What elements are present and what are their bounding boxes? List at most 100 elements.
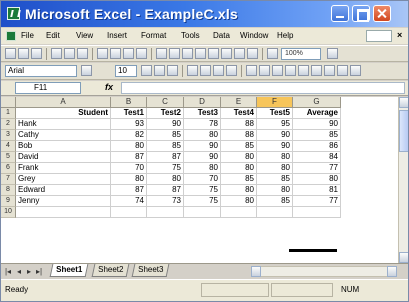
table-cell[interactable]: 85 <box>147 141 184 152</box>
first-sheet-icon[interactable]: |◂ <box>4 267 12 276</box>
table-cell[interactable]: 75 <box>184 185 221 196</box>
table-cell[interactable]: 77 <box>293 196 341 207</box>
table-cell[interactable]: 80 <box>257 163 293 174</box>
menu-edit[interactable]: Edit <box>46 31 60 40</box>
format-painter-icon[interactable] <box>136 48 147 59</box>
align-center-icon[interactable] <box>200 65 211 76</box>
prev-sheet-icon[interactable]: ◂ <box>15 267 23 276</box>
column-header-b[interactable]: B <box>111 97 147 108</box>
table-cell[interactable]: 85 <box>221 141 257 152</box>
table-cell[interactable]: 80 <box>221 196 257 207</box>
font-dropdown-icon[interactable] <box>81 65 92 76</box>
table-cell[interactable]: 80 <box>293 174 341 185</box>
table-cell[interactable]: 85 <box>221 174 257 185</box>
sheet-tab-2[interactable]: Sheet2 <box>91 264 130 277</box>
formula-input[interactable] <box>121 82 405 94</box>
paste-icon[interactable] <box>123 48 134 59</box>
italic-icon[interactable] <box>154 65 165 76</box>
table-cell[interactable]: 77 <box>293 163 341 174</box>
column-header-d[interactable]: D <box>184 97 221 108</box>
table-cell[interactable]: 73 <box>147 196 184 207</box>
table-cell[interactable]: 90 <box>147 119 184 130</box>
table-cell[interactable]: 85 <box>257 196 293 207</box>
menu-format[interactable]: Format <box>141 31 166 40</box>
borders-icon[interactable] <box>324 65 335 76</box>
title-bar[interactable]: Microsoft Excel - ExampleC.xls <box>1 1 408 27</box>
vertical-scroll-thumb[interactable] <box>399 110 408 152</box>
excel-app-icon[interactable] <box>7 7 20 20</box>
hyperlink-icon[interactable] <box>182 48 193 59</box>
table-cell[interactable]: Edward <box>16 185 111 196</box>
help-icon[interactable] <box>267 48 278 59</box>
table-cell[interactable]: 88 <box>221 130 257 141</box>
table-cell[interactable]: 87 <box>111 152 147 163</box>
table-cell[interactable]: 75 <box>147 163 184 174</box>
font-select[interactable]: Arial <box>5 65 77 77</box>
zoom-select[interactable]: 100% <box>281 48 321 60</box>
autosum-icon[interactable] <box>195 48 206 59</box>
menu-help[interactable]: Help <box>277 31 293 40</box>
row-header-1[interactable]: 1 <box>1 108 16 119</box>
menu-insert[interactable]: Insert <box>107 31 127 40</box>
empty-cell[interactable] <box>293 207 341 218</box>
table-header-cell[interactable]: Test1 <box>111 108 147 119</box>
sort-ascending-icon[interactable] <box>208 48 219 59</box>
table-cell[interactable]: 82 <box>111 130 147 141</box>
sort-descending-icon[interactable] <box>221 48 232 59</box>
open-icon[interactable] <box>18 48 29 59</box>
scroll-left-icon[interactable] <box>251 266 261 277</box>
table-cell[interactable]: 86 <box>293 141 341 152</box>
table-cell[interactable]: 90 <box>184 141 221 152</box>
percent-icon[interactable] <box>259 65 270 76</box>
table-header-cell[interactable]: Student <box>16 108 111 119</box>
row-header-2[interactable]: 2 <box>1 119 16 130</box>
select-all-corner[interactable] <box>1 97 16 108</box>
currency-icon[interactable] <box>246 65 257 76</box>
cut-icon[interactable] <box>97 48 108 59</box>
indent-icon[interactable] <box>311 65 322 76</box>
table-cell[interactable]: 90 <box>293 119 341 130</box>
table-cell[interactable]: 70 <box>111 163 147 174</box>
close-button[interactable] <box>373 5 391 22</box>
table-header-cell[interactable]: Test5 <box>257 108 293 119</box>
table-cell[interactable]: David <box>16 152 111 163</box>
column-header-e[interactable]: E <box>221 97 257 108</box>
minimize-button[interactable] <box>331 5 349 22</box>
table-cell[interactable]: 81 <box>293 185 341 196</box>
table-cell[interactable]: Bob <box>16 141 111 152</box>
next-sheet-icon[interactable]: ▸ <box>25 267 33 276</box>
table-cell[interactable]: 87 <box>147 152 184 163</box>
column-header-c[interactable]: C <box>147 97 184 108</box>
table-cell[interactable]: 74 <box>111 196 147 207</box>
print-icon[interactable] <box>51 48 62 59</box>
table-cell[interactable]: 75 <box>184 196 221 207</box>
menu-tools[interactable]: Tools <box>181 31 200 40</box>
print-preview-icon[interactable] <box>64 48 75 59</box>
table-header-cell[interactable]: Test4 <box>221 108 257 119</box>
table-cell[interactable]: 88 <box>221 119 257 130</box>
undo-icon[interactable] <box>156 48 167 59</box>
table-cell[interactable]: 95 <box>257 119 293 130</box>
bold-icon[interactable] <box>141 65 152 76</box>
empty-cell[interactable] <box>147 207 184 218</box>
table-cell[interactable]: 80 <box>184 163 221 174</box>
table-cell[interactable]: 90 <box>257 130 293 141</box>
spelling-icon[interactable] <box>77 48 88 59</box>
align-right-icon[interactable] <box>213 65 224 76</box>
empty-cell[interactable] <box>16 207 111 218</box>
table-cell[interactable]: 80 <box>221 152 257 163</box>
name-box[interactable]: F11 <box>15 82 81 94</box>
sheet-tab-3[interactable]: Sheet3 <box>131 264 170 277</box>
drawing-icon[interactable] <box>247 48 258 59</box>
column-header-a[interactable]: A <box>16 97 111 108</box>
column-header-f[interactable]: F <box>257 97 293 108</box>
table-cell[interactable]: 80 <box>147 174 184 185</box>
table-cell[interactable]: 84 <box>293 152 341 163</box>
fx-icon[interactable]: fx <box>105 82 113 92</box>
table-cell[interactable]: 80 <box>257 152 293 163</box>
table-cell[interactable]: Hank <box>16 119 111 130</box>
table-cell[interactable]: 85 <box>257 174 293 185</box>
chart-wizard-icon[interactable] <box>234 48 245 59</box>
table-cell[interactable]: 90 <box>184 152 221 163</box>
empty-cell[interactable] <box>257 207 293 218</box>
